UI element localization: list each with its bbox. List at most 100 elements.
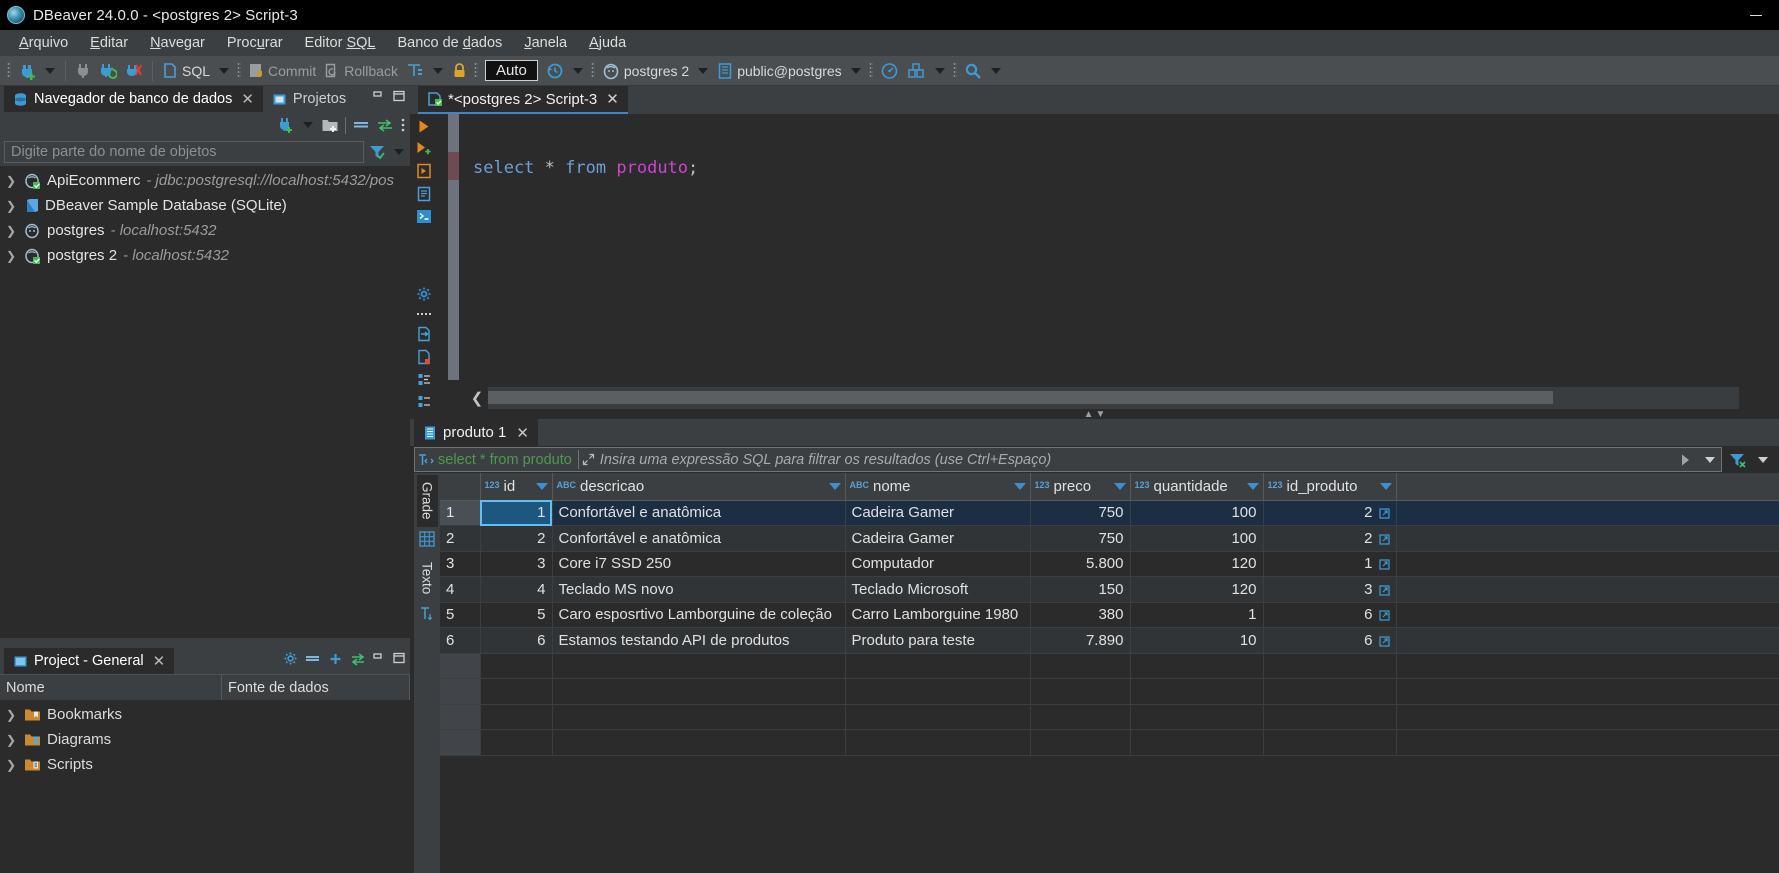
sql-errors-button[interactable] — [416, 349, 433, 365]
toolbar-grip-2[interactable] — [237, 62, 242, 79]
grid-view-icon[interactable] — [419, 527, 435, 555]
foreign-key-link-icon[interactable] — [1378, 610, 1390, 621]
hscroll-track[interactable] — [488, 387, 1739, 409]
sql-code-area[interactable]: select * from produto; — [466, 114, 1779, 381]
row-number[interactable]: 4 — [440, 576, 481, 603]
transaction-mode-button[interactable] — [402, 60, 428, 81]
disconnect-button[interactable] — [71, 60, 95, 82]
table-row[interactable]: 6 6 Estamos testando API de produtos Pro… — [440, 627, 1779, 654]
menu-navegar[interactable]: Navegar — [139, 32, 216, 54]
editor-horizontal-scrollbar[interactable]: ❮ — [466, 387, 1779, 409]
toolbar-grip-5[interactable] — [868, 62, 873, 79]
chevron-down-icon[interactable] — [535, 482, 548, 490]
minimize-button[interactable] — [1733, 0, 1779, 30]
apply-filter-icon[interactable] — [1678, 452, 1694, 468]
tab-project-general[interactable]: Project - General ✕ — [4, 648, 175, 674]
cell-descricao[interactable]: Confortável e anatômica — [552, 500, 846, 526]
close-icon[interactable]: ✕ — [153, 652, 166, 670]
tree-item-apiecommerc[interactable]: ❯ ApiEcommerc - jdbc:postgresql://localh… — [0, 168, 410, 193]
sql-editor-button[interactable]: SQL — [158, 60, 214, 81]
table-row[interactable]: 3 3 Core i7 SSD 250 Computador 5.800 120… — [440, 551, 1779, 577]
foreign-key-link-icon[interactable] — [1378, 508, 1390, 519]
data-transfer-button[interactable] — [903, 60, 930, 82]
tree-item-dbeaver-sample[interactable]: ❯ DBeaver Sample Database (SQLite) — [0, 193, 410, 218]
cell-preco[interactable]: 150 — [1030, 576, 1131, 603]
tree-item-postgres[interactable]: ❯ postgres - localhost:5432 — [0, 218, 410, 243]
text-view-icon[interactable] — [420, 601, 434, 629]
chevron-up-icon[interactable]: ▲ — [1084, 409, 1094, 420]
cell-id-produto[interactable]: 2 — [1263, 525, 1397, 552]
column-header-descricao[interactable]: ABC descricao — [552, 473, 846, 501]
cell-descricao[interactable]: Confortável e anatômica — [552, 525, 846, 552]
cell-preco[interactable]: 7.890 — [1030, 627, 1131, 654]
panels-toggle-button[interactable] — [416, 394, 433, 409]
cell-id[interactable]: 1 — [480, 500, 553, 526]
active-connection-selector[interactable]: postgres 2 — [598, 60, 693, 82]
column-header-nome[interactable]: Nome — [0, 675, 222, 700]
chevron-down-icon[interactable] — [828, 482, 841, 490]
maximize-panel-icon[interactable] — [393, 90, 406, 103]
project-item-bookmarks[interactable]: ❯ Bookmarks — [0, 702, 410, 727]
toolbar-grip-6[interactable] — [952, 62, 957, 79]
cell-preco[interactable]: 750 — [1030, 525, 1131, 552]
cell-nome[interactable]: Cadeira Gamer — [845, 525, 1031, 552]
column-header-id-produto[interactable]: 123 id_produto — [1263, 473, 1397, 501]
link-editor-icon[interactable] — [350, 652, 366, 666]
expand-arrow-icon[interactable]: ❯ — [4, 199, 18, 213]
menu-editar[interactable]: Editar — [79, 32, 139, 54]
link-editor-icon[interactable] — [376, 118, 394, 132]
new-connection-small-dropdown[interactable] — [303, 122, 313, 128]
expand-filter-icon[interactable] — [581, 453, 596, 466]
cell-id[interactable]: 5 — [480, 602, 553, 628]
close-icon[interactable]: ✕ — [241, 90, 254, 108]
cell-id-produto[interactable]: 1 — [1263, 551, 1397, 577]
table-row[interactable]: 5 5 Caro esposrtivo Lamborguine de coleç… — [440, 602, 1779, 628]
tree-item-postgres-2[interactable]: ❯ postgres 2 - localhost:5432 — [0, 243, 410, 268]
expand-arrow-icon[interactable]: ❯ — [4, 249, 18, 263]
schema-dropdown[interactable] — [850, 67, 861, 74]
cell-preco[interactable]: 380 — [1030, 602, 1131, 628]
cell-nome[interactable]: Cadeira Gamer — [845, 500, 1031, 526]
clear-filter-icon[interactable] — [1728, 451, 1748, 469]
cell-nome[interactable]: Carro Lamborguine 1980 — [845, 602, 1031, 628]
project-item-scripts[interactable]: ❯ Scripts — [0, 752, 410, 777]
refresh-connection-button[interactable] — [95, 60, 121, 82]
maximize-panel-icon[interactable] — [393, 652, 406, 665]
cell-nome[interactable]: Produto para teste — [845, 627, 1031, 654]
active-schema-selector[interactable]: public@postgres — [713, 60, 846, 82]
foreign-key-link-icon[interactable] — [1378, 559, 1390, 570]
table-row[interactable]: 2 2 Confortável e anatômica Cadeira Game… — [440, 525, 1779, 552]
tab-script-3[interactable]: *<postgres 2> Script-3 ✕ — [418, 86, 628, 114]
search-dropdown[interactable] — [990, 67, 1001, 74]
menu-banco-de-dados[interactable]: Banco de dados — [386, 32, 513, 54]
row-number[interactable]: 5 — [440, 602, 481, 628]
scroll-left-icon[interactable]: ❮ — [466, 387, 488, 409]
expand-arrow-icon[interactable]: ❯ — [4, 733, 18, 747]
filter-dropdown[interactable] — [394, 149, 404, 155]
project-item-diagrams[interactable]: ❯ Diagrams — [0, 727, 410, 752]
disconnect-all-button[interactable] — [121, 60, 147, 82]
column-header-fonte-de-dados[interactable]: Fonte de dados — [222, 675, 410, 700]
cell-preco[interactable]: 750 — [1030, 500, 1131, 526]
foreign-key-link-icon[interactable] — [1378, 636, 1390, 647]
expand-arrow-icon[interactable]: ❯ — [4, 174, 18, 188]
column-header-nome[interactable]: ABC nome — [845, 473, 1031, 501]
transaction-log-button[interactable] — [542, 60, 568, 82]
menu-janela[interactable]: Janela — [513, 32, 578, 54]
cell-quantidade[interactable]: 120 — [1130, 551, 1264, 577]
column-header-preco[interactable]: 123 preco — [1030, 473, 1131, 501]
filter-history-dropdown[interactable] — [1705, 456, 1715, 463]
column-header-rownum[interactable] — [440, 473, 481, 501]
cell-id-produto[interactable]: 3 — [1263, 576, 1397, 603]
new-connection-button[interactable] — [14, 60, 40, 82]
export-script-button[interactable] — [416, 326, 433, 342]
execute-script-button[interactable] — [416, 141, 433, 156]
data-transfer-dropdown[interactable] — [934, 67, 945, 74]
connection-dropdown[interactable] — [698, 67, 709, 74]
execute-in-new-tab-button[interactable] — [416, 163, 433, 179]
chevron-down-icon[interactable]: ▼ — [1096, 409, 1106, 420]
transaction-log-dropdown[interactable] — [572, 67, 583, 74]
minimize-panel-icon[interactable] — [373, 90, 386, 103]
cell-id-produto[interactable]: 6 — [1263, 602, 1397, 628]
open-console-button[interactable] — [416, 209, 433, 224]
